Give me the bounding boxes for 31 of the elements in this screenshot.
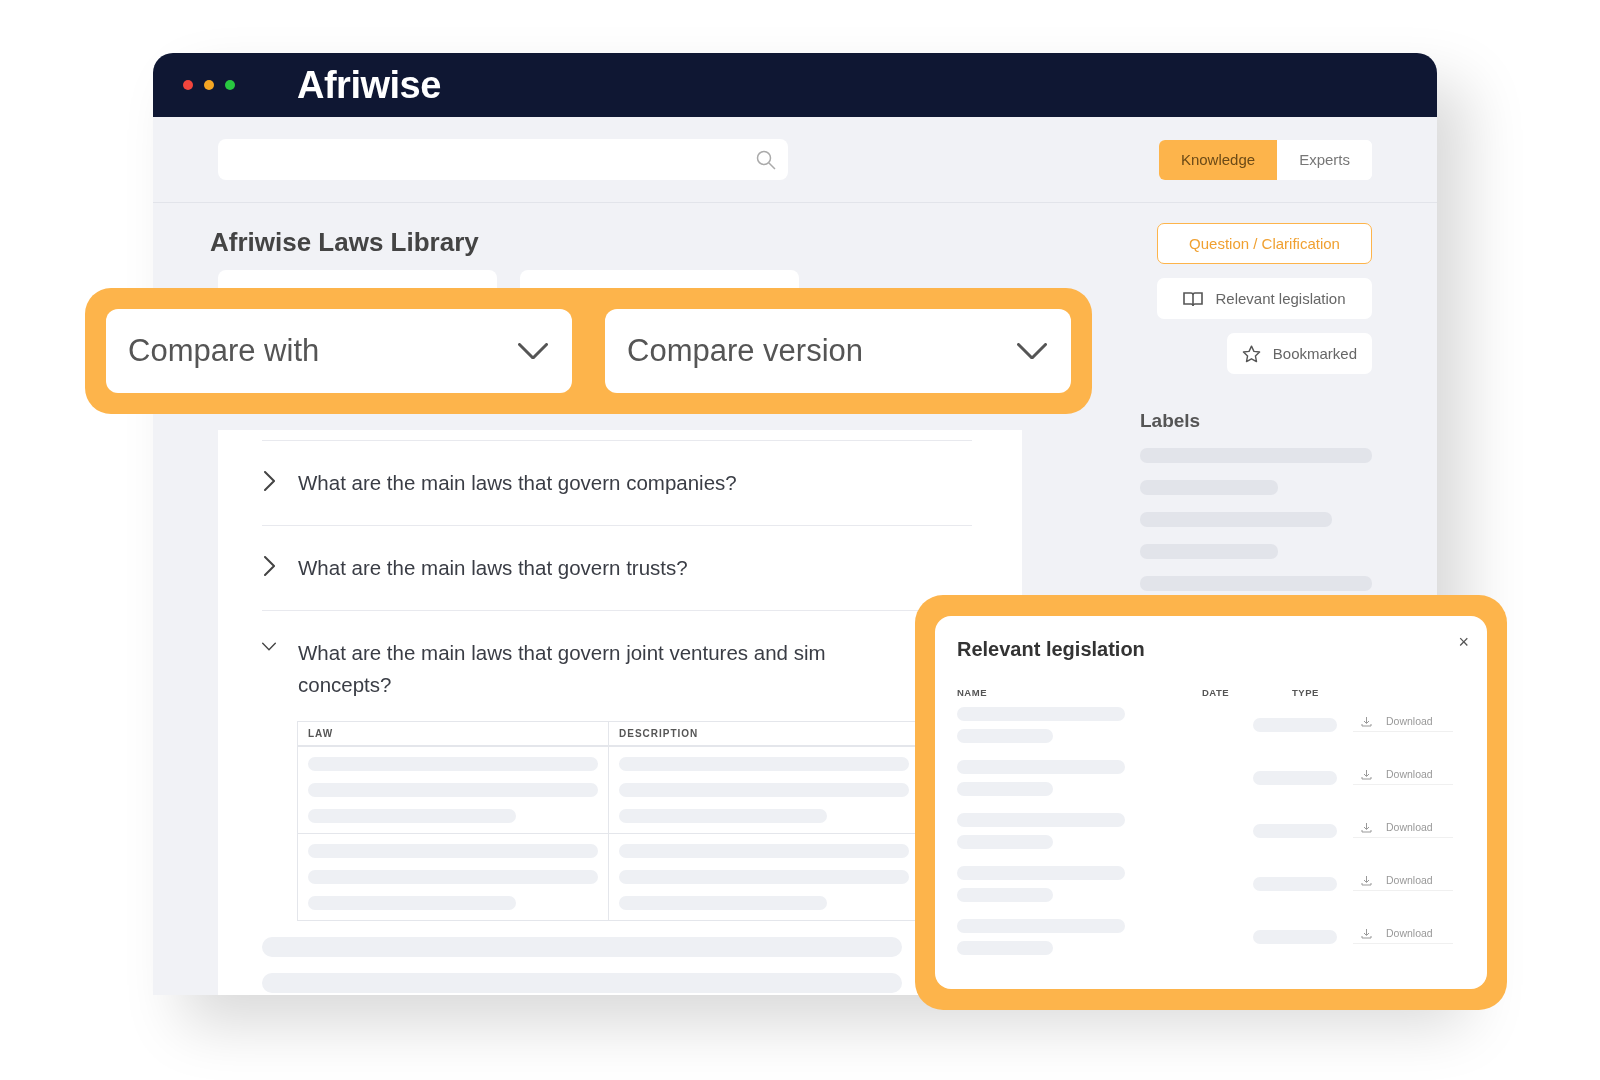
download-icon [1361, 874, 1372, 886]
search-field[interactable] [218, 139, 788, 180]
question-link[interactable]: What are the main laws that govern joint ventures and sim concepts? [298, 637, 826, 701]
dialog-title: Relevant legislation [957, 638, 1145, 661]
legislation-button[interactable]: Relevant legislation [1157, 278, 1372, 319]
page-title: Afriwise Laws Library [210, 227, 480, 258]
download-icon [1361, 927, 1372, 939]
compare-dropdown[interactable]: Compare version [605, 309, 1071, 393]
column-header: TYPE [1292, 687, 1320, 698]
column-header: DATE [1202, 687, 1231, 698]
minimize-dot-icon[interactable] [204, 80, 214, 90]
tab[interactable]: Knowledge [1158, 139, 1278, 180]
download-icon [1361, 768, 1372, 780]
book-icon [1183, 290, 1204, 307]
star-icon [1241, 344, 1261, 363]
column-header: LAW [307, 727, 335, 741]
column-header: NAME [957, 687, 988, 698]
maximize-dot-icon[interactable] [225, 80, 235, 90]
download-icon [1361, 821, 1372, 833]
question-link[interactable]: What are the main laws that govern trusts? [298, 552, 688, 584]
close-button[interactable]: × [1454, 630, 1473, 655]
close-dot-icon[interactable] [183, 80, 193, 90]
labels-heading: Labels [1140, 410, 1201, 432]
question-link[interactable]: What are the main laws that govern companies? [298, 467, 737, 499]
chevron-down-icon [1017, 342, 1047, 360]
compare-dropdown[interactable]: Compare with [106, 309, 572, 393]
search-icon [756, 149, 776, 170]
chevron-down-icon [518, 342, 548, 360]
logo: Afriwise [297, 63, 441, 107]
bookmark-button[interactable]: Bookmarked [1226, 333, 1372, 374]
download-icon [1361, 715, 1372, 727]
